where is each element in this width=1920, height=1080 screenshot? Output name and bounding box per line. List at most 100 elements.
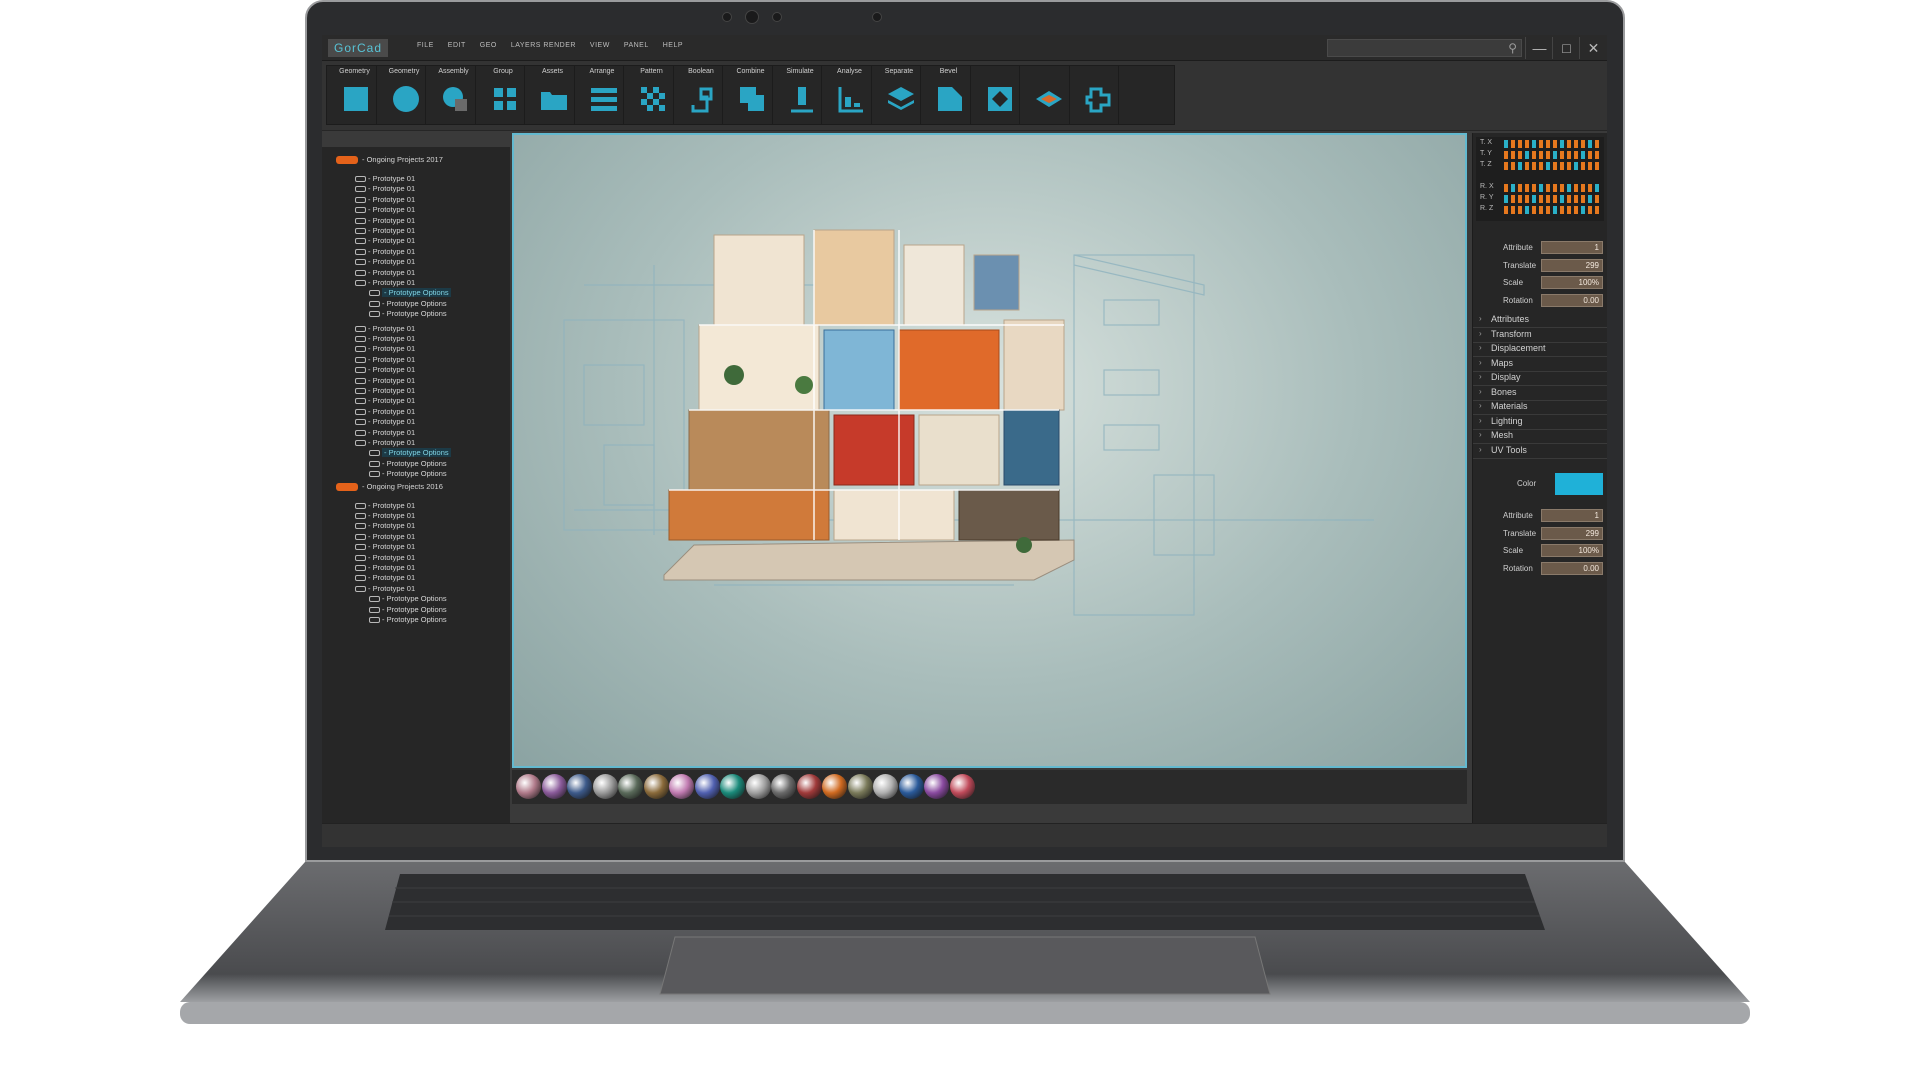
tree-item[interactable]: - Prototype Options — [369, 615, 447, 624]
property-value-input[interactable]: 100% — [1541, 276, 1603, 289]
tool-grid-button[interactable]: Group — [474, 65, 532, 125]
tree-item[interactable]: - Prototype 01 — [355, 428, 415, 437]
checkbox-icon[interactable] — [355, 513, 366, 520]
tree-item[interactable]: - Prototype 01 — [355, 417, 415, 426]
animation-timeline[interactable]: T. X T. Y T. Z R. X R. Y R. Z — [1476, 137, 1604, 221]
tool-layers-button[interactable]: Separate — [870, 65, 928, 125]
menu-layers-render[interactable]: LAYERS RENDER — [511, 42, 576, 49]
tool-square-button[interactable]: Geometry — [326, 65, 383, 125]
tree-item[interactable]: - Prototype 01 — [355, 205, 415, 214]
checkbox-icon[interactable] — [355, 575, 366, 582]
tree-item[interactable]: - Prototype 01 — [355, 268, 415, 277]
checkbox-icon[interactable] — [369, 311, 380, 318]
checkbox-icon[interactable] — [355, 388, 366, 395]
color-picker[interactable] — [1555, 473, 1603, 495]
checkbox-icon[interactable] — [355, 367, 366, 374]
material-swatch[interactable] — [898, 774, 924, 799]
menu-file[interactable]: FILE — [417, 42, 434, 49]
tree-item[interactable]: - Prototype Options — [369, 288, 451, 298]
material-swatch[interactable] — [567, 774, 592, 799]
material-swatch[interactable] — [669, 774, 694, 799]
tree-item[interactable]: - Prototype 01 — [355, 355, 415, 364]
tool-puzzle-button[interactable] — [1068, 65, 1126, 125]
checkbox-icon[interactable] — [369, 300, 380, 307]
checkbox-icon[interactable] — [355, 544, 366, 551]
material-swatch[interactable] — [873, 774, 898, 799]
tool-bevel-button[interactable]: Bevel — [920, 65, 977, 125]
checkbox-icon[interactable] — [369, 596, 380, 603]
checkbox-icon[interactable] — [355, 238, 366, 245]
checkbox-icon[interactable] — [355, 565, 366, 572]
3d-viewport[interactable] — [512, 133, 1467, 768]
checkbox-icon[interactable] — [355, 419, 366, 426]
tool-empty-slot-button[interactable] — [1118, 65, 1175, 125]
tool-analyse-button[interactable]: Analyse — [821, 65, 878, 125]
tool-diamond-grid-button[interactable] — [969, 65, 1027, 125]
property-value-input[interactable]: 299 — [1541, 258, 1603, 272]
checkbox-icon[interactable] — [355, 186, 366, 193]
checkbox-icon[interactable] — [369, 450, 380, 457]
material-swatch[interactable] — [847, 774, 873, 799]
material-swatch[interactable] — [541, 774, 567, 799]
minimize-button[interactable]: — — [1525, 37, 1553, 59]
checkbox-icon[interactable] — [355, 207, 366, 214]
menu-help[interactable]: HELP — [663, 42, 683, 49]
tree-item[interactable]: - Prototype 01 — [355, 247, 415, 256]
tree-item[interactable]: - Prototype Options — [369, 448, 451, 458]
material-swatch[interactable] — [949, 774, 975, 799]
checkbox-icon[interactable] — [355, 429, 366, 436]
tree-item[interactable]: - Prototype 01 — [355, 438, 415, 447]
checkbox-icon[interactable] — [355, 259, 366, 266]
checkbox-icon[interactable] — [355, 398, 366, 405]
tree-item[interactable]: - Prototype 01 — [355, 563, 415, 572]
tree-item[interactable]: - Prototype 01 — [355, 226, 415, 235]
tree-item[interactable]: - Prototype 01 — [355, 324, 415, 333]
tree-item[interactable]: - Prototype Options — [369, 605, 447, 614]
checkbox-icon[interactable] — [355, 377, 366, 384]
menu-geo[interactable]: GEO — [480, 42, 497, 49]
tree-item[interactable]: - Prototype 01 — [355, 376, 415, 385]
tree-item[interactable]: - Prototype Options — [369, 309, 447, 318]
checkbox-icon[interactable] — [355, 228, 366, 235]
tree-item[interactable]: - Prototype 01 — [355, 521, 415, 530]
search-input[interactable]: ⚲ — [1327, 39, 1522, 57]
timeline-keyframes[interactable] — [1504, 140, 1602, 148]
material-swatch[interactable] — [643, 774, 669, 799]
timeline-keyframes[interactable] — [1504, 195, 1602, 203]
tree-item[interactable]: - Prototype 01 — [355, 542, 415, 551]
property-value-input[interactable]: 100% — [1541, 544, 1603, 557]
property-value-input[interactable]: 0.00 — [1541, 561, 1603, 575]
tree-item[interactable]: - Prototype 01 — [355, 573, 415, 582]
checkbox-icon[interactable] — [355, 336, 366, 343]
checkbox-icon[interactable] — [355, 440, 366, 447]
tool-folder-button[interactable]: Assets — [524, 65, 581, 125]
checkbox-icon[interactable] — [355, 280, 366, 287]
tree-item[interactable]: - Prototype Options — [369, 299, 447, 308]
tree-item[interactable]: - Prototype 01 — [355, 184, 415, 193]
tool-rows-button[interactable]: Arrange — [573, 65, 631, 125]
checkbox-icon[interactable] — [355, 346, 366, 353]
tree-item[interactable]: - Prototype 01 — [355, 511, 415, 520]
menu-edit[interactable]: EDIT — [448, 42, 466, 49]
checkbox-icon[interactable] — [355, 585, 366, 592]
tree-item[interactable]: - Prototype 01 — [355, 344, 415, 353]
tree-item[interactable]: - Prototype 01 — [355, 501, 415, 510]
checkbox-icon[interactable] — [355, 523, 366, 530]
section-uv-tools[interactable]: › UV Tools — [1473, 442, 1607, 459]
tree-item[interactable]: - Prototype 01 — [355, 216, 415, 225]
tree-item[interactable]: - Prototype 01 — [355, 365, 415, 374]
tree-item[interactable]: - Prototype 01 — [355, 257, 415, 266]
checkbox-icon[interactable] — [355, 248, 366, 255]
timeline-keyframes[interactable] — [1504, 206, 1602, 214]
tree-item[interactable]: - Prototype 01 — [355, 195, 415, 204]
material-swatch[interactable] — [720, 774, 745, 799]
material-swatch[interactable] — [822, 774, 847, 799]
property-value-input[interactable]: 1 — [1541, 509, 1603, 522]
tool-simulate-button[interactable]: Simulate — [771, 65, 829, 125]
checkbox-icon[interactable] — [355, 325, 366, 332]
material-swatch[interactable] — [796, 774, 822, 799]
tool-plane-button[interactable] — [1019, 65, 1076, 125]
checkbox-icon[interactable] — [369, 460, 380, 467]
material-swatch[interactable] — [694, 774, 720, 799]
material-swatch[interactable] — [771, 774, 796, 799]
